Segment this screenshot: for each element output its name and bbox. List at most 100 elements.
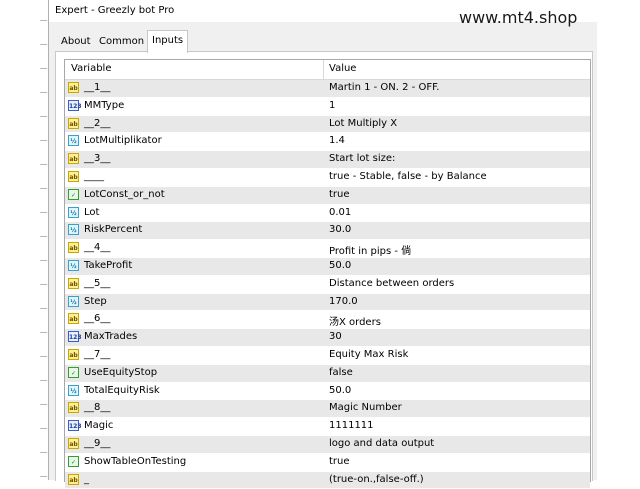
variable-name: Step [84, 295, 107, 307]
int-type-icon: 123 [68, 99, 82, 111]
variable-name: __6__ [84, 313, 111, 325]
variable-value[interactable]: 50.0 [329, 385, 351, 396]
variable-name: LotConst_or_not [84, 188, 165, 200]
table-row[interactable]: ab __6__ 汤X orders [65, 311, 590, 330]
variable-value[interactable]: 1 [329, 100, 335, 111]
axis-tick [40, 116, 47, 117]
variable-name: __1__ [84, 82, 111, 93]
axis-tick [40, 188, 47, 189]
string-type-icon: ab [68, 313, 79, 325]
table-row[interactable]: ab __5__ Distance between orders [65, 276, 590, 294]
variable-value[interactable]: Lot Multiply X [329, 118, 397, 129]
axis-tick [40, 284, 47, 285]
table-row[interactable]: ½ Lot 0.01 [65, 205, 590, 223]
bool-type-icon: ✓ [68, 188, 79, 200]
double-type-icon: ½ [68, 224, 79, 236]
variable-value[interactable]: 30.0 [329, 224, 351, 235]
variable-name: __2__ [84, 117, 111, 129]
column-divider[interactable] [323, 60, 324, 79]
inputs-panel: Variable Value ab __1__ Martin 1 - ON. 2 -… [55, 51, 593, 489]
variable-name: __3__ [84, 153, 111, 165]
table-row[interactable]: ab __2__ Lot Multiply X [65, 115, 590, 134]
variable-name: TakeProfit [84, 259, 133, 271]
watermark-text: www.mt4.shop [459, 8, 578, 27]
table-row[interactable]: ½ Step 170.0 [65, 293, 590, 312]
table-row[interactable]: 123 Magic 1111111 [65, 418, 590, 436]
inputs-table: Variable Value ab __1__ Martin 1 - ON. 2 -… [64, 59, 591, 489]
variable-name: MMType [84, 99, 125, 111]
variable-value[interactable]: Distance between orders [329, 278, 454, 289]
axis-tick [40, 212, 47, 213]
table-row[interactable]: ab __3__ Start lot size: [65, 151, 590, 169]
variable-value[interactable]: true [329, 189, 350, 200]
table-row[interactable]: ½ TotalEquityRisk 50.0 [65, 383, 590, 401]
axis-tick [40, 260, 47, 261]
column-header-variable[interactable]: Variable [71, 63, 112, 74]
table-row[interactable]: ab ____ true - Stable, false - by Balance [65, 169, 590, 187]
variable-value[interactable]: 汤X orders [329, 313, 381, 328]
table-row[interactable]: ✓ ShowTableOnTesting true [65, 454, 590, 472]
variable-value[interactable]: 50.0 [329, 260, 351, 271]
axis-tick [40, 44, 47, 45]
variable-value[interactable]: true [329, 456, 350, 467]
table-row[interactable]: ½ LotMultiplikator 1.4 [65, 133, 590, 152]
variable-name: ShowTableOnTesting [84, 455, 187, 467]
bool-type-icon: ✓ [68, 366, 79, 378]
variable-value[interactable]: Magic Number [329, 402, 402, 413]
axis-tick [40, 380, 47, 381]
string-type-icon: ab [68, 437, 79, 449]
axis-tick [40, 404, 47, 405]
variable-value[interactable]: 0.01 [329, 207, 351, 218]
column-header-value[interactable]: Value [329, 63, 356, 74]
table-row[interactable]: ab __7__ Equity Max Risk [65, 347, 590, 365]
variable-name: __8__ [84, 402, 111, 414]
double-type-icon: ½ [68, 259, 79, 271]
variable-name: UseEquityStop [84, 366, 158, 378]
table-row[interactable]: ab __8__ Magic Number [65, 400, 590, 419]
variable-value[interactable]: 1.4 [329, 135, 345, 146]
table-row[interactable]: ab _ (true-on.,false-off.) [65, 471, 590, 489]
table-row[interactable]: ab __9__ logo and data output [65, 435, 590, 454]
variable-value[interactable]: Equity Max Risk [329, 349, 408, 360]
variable-value[interactable]: false [329, 367, 353, 378]
table-row[interactable]: 123 MaxTrades 30 [65, 329, 590, 347]
variable-name: Lot [84, 206, 100, 218]
variable-value[interactable]: Martin 1 - ON. 2 - OFF. [329, 82, 439, 93]
axis-tick [40, 452, 47, 453]
variable-value[interactable]: 1111111 [329, 420, 374, 431]
table-row[interactable]: 123 MMType 1 [65, 98, 590, 116]
title-bar[interactable]: Expert - Greezly bot Pro www.mt4.shop [49, 0, 597, 27]
axis-tick [40, 332, 47, 333]
variable-value[interactable]: 170.0 [329, 296, 358, 307]
axis-tick [40, 140, 47, 141]
tab-about[interactable]: About [57, 32, 95, 51]
tab-common[interactable]: Common [95, 32, 149, 51]
variable-name: __9__ [84, 437, 111, 449]
table-row[interactable]: ab __4__ Profit in pips - 倘 [65, 240, 590, 258]
variable-name: __4__ [84, 242, 111, 254]
variable-value[interactable]: 30 [329, 331, 342, 342]
string-type-icon: ab [68, 117, 79, 129]
bool-type-icon: ✓ [68, 455, 79, 467]
variable-value[interactable]: true - Stable, false - by Balance [329, 171, 487, 182]
string-type-icon: ab [68, 153, 79, 165]
variable-name: __7__ [84, 348, 111, 360]
variable-name: MaxTrades [84, 331, 138, 343]
axis-tick-marks [40, 0, 48, 480]
table-row[interactable]: ½ RiskPercent 30.0 [65, 222, 590, 241]
table-row[interactable]: ✓ LotConst_or_not true [65, 186, 590, 205]
table-row[interactable]: ½ TakeProfit 50.0 [65, 257, 590, 276]
table-body: ab __1__ Martin 1 - ON. 2 - OFF. 123 MMType 1… [65, 80, 590, 489]
double-type-icon: ½ [68, 295, 79, 307]
variable-value[interactable]: (true-on.,false-off.) [329, 474, 424, 485]
variable-value[interactable]: logo and data output [329, 438, 434, 449]
int-type-icon: 123 [68, 331, 82, 343]
tab-inputs[interactable]: Inputs [147, 30, 189, 53]
table-row[interactable]: ✓ UseEquityStop false [65, 364, 590, 383]
axis-tick [40, 164, 47, 165]
axis-tick [40, 20, 47, 21]
table-row[interactable]: ab __1__ Martin 1 - ON. 2 - OFF. [65, 80, 590, 98]
expert-properties-dialog: Expert - Greezly bot Pro www.mt4.shop Ab… [48, 0, 597, 489]
variable-value[interactable]: Start lot size: [329, 153, 395, 164]
variable-value[interactable]: Profit in pips - 倘 [329, 242, 411, 257]
